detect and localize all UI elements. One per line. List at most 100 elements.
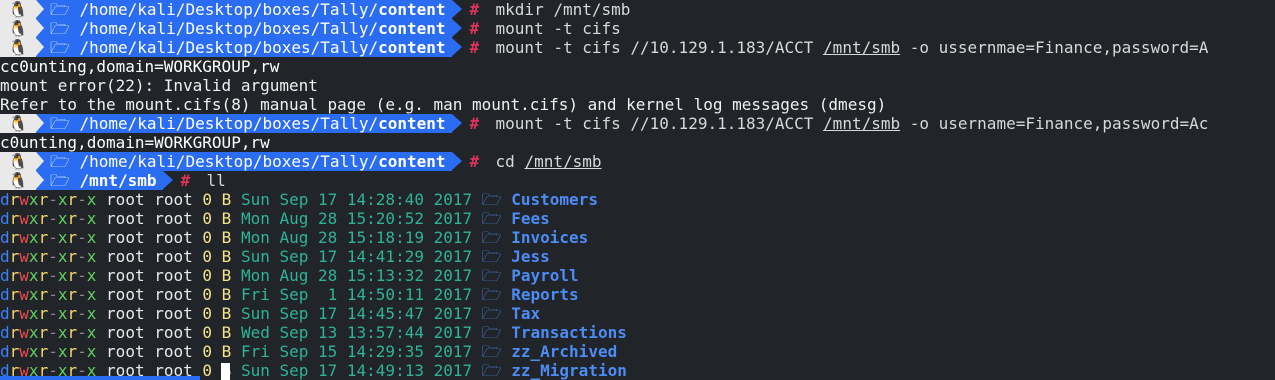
modified-date: Mon Aug 28 15:18:19 2017	[240, 228, 473, 247]
owner: root	[106, 304, 145, 323]
listing-row: drwxr-xr-x root root 0 B Fri Sep 1 14:50…	[0, 285, 1275, 304]
prompt-path: 🗁 /home/kali/Desktop/boxes/Tally/content	[36, 152, 452, 171]
modified-date: Fri Sep 15 14:29:35 2017	[240, 342, 473, 361]
group: root	[154, 323, 193, 342]
group: root	[154, 228, 193, 247]
prompt-path: 🗁 /home/kali/Desktop/boxes/Tally/content	[36, 114, 452, 133]
prompt-separator-arrow	[451, 152, 462, 170]
modified-date: Sun Sep 17 14:28:40 2017	[240, 190, 473, 209]
prompt-separator-arrow	[162, 171, 173, 189]
permissions: drwxr-xr-x	[0, 190, 97, 209]
prompt-separator-arrow	[36, 38, 44, 56]
owner: root	[106, 342, 145, 361]
directory-name[interactable]: zz_Archived	[511, 342, 617, 361]
prompt-separator-arrow	[36, 19, 44, 37]
folder-icon: 🗁	[481, 342, 502, 361]
folder-icon: 🗁	[50, 171, 70, 190]
command-part: -o username=Finance,password=Ac	[900, 114, 1209, 133]
command-text[interactable]: mount -t cifs //10.129.1.183/ACCT /mnt/s…	[496, 38, 1209, 57]
folder-icon: 🗁	[481, 247, 502, 266]
command-text[interactable]: mount -t cifs	[496, 19, 621, 38]
listing-row: drwxr-xr-x root root 0 B Fri Sep 15 14:2…	[0, 342, 1275, 361]
file-size: 0 B	[202, 228, 232, 247]
linux-icon: 🐧	[0, 0, 36, 19]
prompt-segment-partial	[0, 376, 200, 380]
linux-icon: 🐧	[0, 38, 36, 57]
path-current-dir: content	[378, 0, 446, 19]
command-text[interactable]: mount -t cifs //10.129.1.183/ACCT /mnt/s…	[496, 114, 1209, 133]
owner: root	[106, 247, 145, 266]
output-text: mount error(22): Invalid argument	[0, 76, 318, 95]
file-size: 0 B	[202, 304, 232, 323]
permissions: drwxr-xr-x	[0, 266, 97, 285]
command-text[interactable]: ll	[207, 171, 226, 190]
command-path-arg[interactable]: /mnt/smb	[823, 114, 900, 133]
linux-icon: 🐧	[0, 171, 36, 190]
group: root	[154, 247, 193, 266]
command-text[interactable]: cd /mnt/smb	[496, 152, 602, 171]
permissions: drwxr-xr-x	[0, 304, 97, 323]
prompt-separator-arrow	[36, 114, 44, 132]
command-part: mkdir /mnt/smb	[495, 0, 631, 19]
folder-icon: 🗁	[481, 209, 502, 228]
terminal-window[interactable]: 🐧 🗁 /home/kali/Desktop/boxes/Tally/conten…	[0, 0, 1275, 380]
linux-icon: 🐧	[0, 152, 36, 171]
path-current-dir: content	[378, 38, 446, 57]
file-size: 0 B	[202, 266, 232, 285]
listing-row: drwxr-xr-x root root 0 B Mon Aug 28 15:2…	[0, 209, 1275, 228]
folder-icon: 🗁	[481, 190, 502, 209]
path-current-dir: content	[378, 114, 446, 133]
directory-name[interactable]: Tax	[511, 304, 540, 323]
group: root	[154, 285, 193, 304]
prompt-line: 🐧 🗁 /home/kali/Desktop/boxes/Tally/conten…	[0, 38, 1275, 57]
directory-name[interactable]: Reports	[511, 285, 578, 304]
modified-date: Wed Sep 13 13:57:44 2017	[240, 323, 473, 342]
modified-date: Mon Aug 28 15:20:52 2017	[240, 209, 473, 228]
file-size: 0 B	[202, 342, 232, 361]
prompt-line: 🐧 🗁 /home/kali/Desktop/boxes/Tally/conten…	[0, 0, 1275, 19]
directory-name[interactable]: Invoices	[511, 228, 588, 247]
owner: root	[106, 228, 145, 247]
output-text: cc0unting,domain=WORKGROUP,rw	[0, 57, 280, 76]
modified-date: Sun Sep 17 14:49:13 2017	[240, 361, 473, 380]
prompt-separator-arrow	[451, 0, 462, 18]
path-current-dir: content	[378, 19, 446, 38]
directory-name[interactable]: Customers	[511, 190, 598, 209]
folder-icon: 🗁	[481, 266, 502, 285]
folder-icon: 🗁	[481, 361, 502, 380]
root-prompt-hash: #	[469, 152, 480, 171]
owner: root	[106, 285, 145, 304]
directory-name[interactable]: Fees	[511, 209, 550, 228]
path-prefix: /home/kali/Desktop/boxes/Tally/	[69, 114, 379, 133]
group: root	[154, 304, 193, 323]
listing-row: drwxr-xr-x root root 0 B Sun Sep 17 14:4…	[0, 247, 1275, 266]
text-cursor	[220, 363, 230, 380]
command-text[interactable]: mkdir /mnt/smb	[496, 0, 631, 19]
prompt-separator-arrow	[451, 38, 462, 56]
command-path-arg[interactable]: /mnt/smb	[524, 152, 601, 171]
folder-icon: 🗁	[481, 304, 502, 323]
file-size: 0 B	[202, 285, 232, 304]
owner: root	[106, 323, 145, 342]
modified-date: Sun Sep 17 14:41:29 2017	[240, 247, 473, 266]
root-prompt-hash: #	[469, 19, 480, 38]
permissions: drwxr-xr-x	[0, 323, 97, 342]
directory-name[interactable]: Payroll	[511, 266, 578, 285]
folder-icon: 🗁	[481, 285, 502, 304]
file-size: 0 B	[202, 209, 232, 228]
listing-row: drwxr-xr-x root root 0 B Wed Sep 13 13:5…	[0, 323, 1275, 342]
modified-date: Sun Sep 17 14:45:47 2017	[240, 304, 473, 323]
folder-icon: 🗁	[50, 152, 70, 171]
owner: root	[106, 190, 145, 209]
output-line: Refer to the mount.cifs(8) manual page (…	[0, 95, 1275, 114]
folder-icon: 🗁	[50, 0, 70, 19]
prompt-line: 🐧 🗁 /home/kali/Desktop/boxes/Tally/conten…	[0, 152, 1275, 171]
directory-name[interactable]: zz_Migration	[511, 361, 627, 380]
directory-name[interactable]: Transactions	[511, 323, 627, 342]
path-prefix: /home/kali/Desktop/boxes/Tally/	[69, 152, 379, 171]
listing-row: drwxr-xr-x root root 0 B Sun Sep 17 14:2…	[0, 190, 1275, 209]
command-path-arg[interactable]: /mnt/smb	[823, 38, 900, 57]
permissions: drwxr-xr-x	[0, 342, 97, 361]
path-prefix: /home/kali/Desktop/boxes/Tally/	[69, 0, 379, 19]
directory-name[interactable]: Jess	[511, 247, 550, 266]
